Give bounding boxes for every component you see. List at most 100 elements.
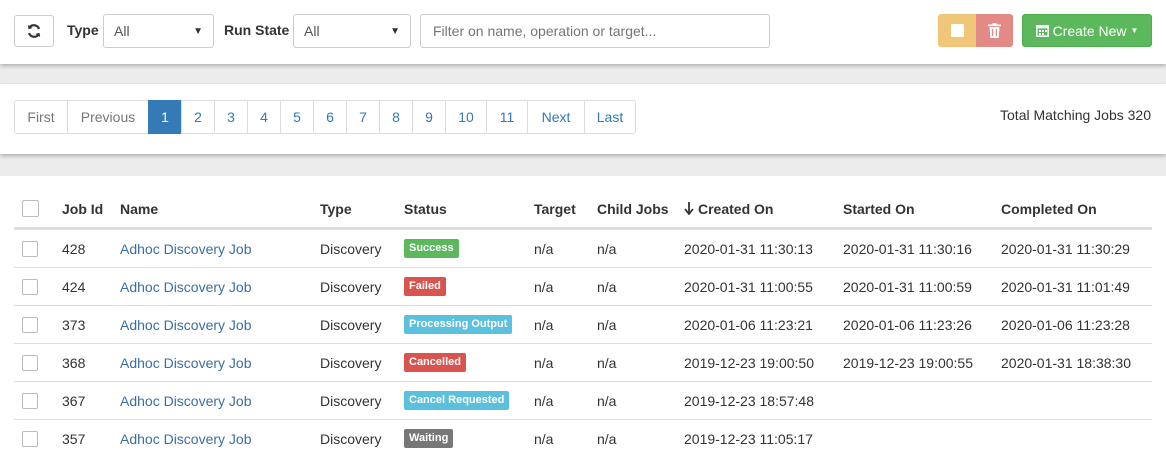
pagination-panel: First Previous 1 2 3 4 5 6 7 8 9 10 11 N…: [0, 84, 1166, 154]
chevron-down-icon: ▼: [193, 25, 203, 37]
col-type[interactable]: Type: [320, 190, 352, 227]
page-8[interactable]: 8: [379, 100, 413, 134]
page-5[interactable]: 5: [280, 100, 314, 134]
col-completed-on[interactable]: Completed On: [1001, 190, 1097, 227]
select-all-checkbox[interactable]: [22, 200, 39, 217]
page-previous[interactable]: Previous: [67, 100, 149, 134]
page-last[interactable]: Last: [584, 100, 636, 134]
cell-child-jobs: n/a: [597, 430, 617, 447]
col-job-id[interactable]: Job Id: [62, 190, 103, 227]
cell-created-on: 2019-12-23 18:57:48: [684, 392, 814, 409]
calendar-icon: [1035, 25, 1049, 37]
job-name-link[interactable]: Adhoc Discovery Job: [120, 431, 252, 447]
cell-created-on: 2020-01-06 11:23:21: [684, 316, 813, 333]
pagination: First Previous 1 2 3 4 5 6 7 8 9 10 11 N…: [14, 100, 636, 134]
cell-job-id: 428: [62, 240, 86, 257]
runstate-label: Run State: [224, 22, 290, 38]
cell-type: Discovery: [320, 316, 382, 333]
cell-status: Cancelled: [404, 344, 466, 381]
col-status[interactable]: Status: [404, 190, 447, 227]
cell-target: n/a: [534, 278, 554, 295]
status-badge: Processing Output: [404, 315, 513, 334]
page-7[interactable]: 7: [346, 100, 380, 134]
type-label: Type: [67, 22, 99, 38]
page-9[interactable]: 9: [412, 100, 446, 134]
arrow-down-icon: [684, 202, 694, 215]
row-select-cell: [22, 420, 38, 450]
page-next[interactable]: Next: [527, 100, 585, 134]
type-select-value: All: [114, 23, 130, 39]
page-2[interactable]: 2: [181, 100, 215, 134]
table-row: 373 Adhoc Discovery Job Discovery Processin…: [14, 305, 1152, 343]
cell-name: Adhoc Discovery Job: [120, 344, 252, 381]
table-row: 368 Adhoc Discovery Job Discovery Cancelled…: [14, 343, 1152, 381]
type-select[interactable]: All ▼: [103, 14, 214, 48]
cell-job-id: 357: [62, 430, 86, 447]
job-name-link[interactable]: Adhoc Discovery Job: [120, 317, 252, 333]
col-created-on-label: Created On: [698, 200, 774, 217]
create-new-button[interactable]: Create New ▼: [1022, 14, 1152, 47]
page-11[interactable]: 11: [486, 100, 528, 134]
col-child-jobs[interactable]: Child Jobs: [597, 190, 669, 227]
cell-name: Adhoc Discovery Job: [120, 268, 252, 305]
col-name[interactable]: Name: [120, 190, 158, 227]
page-10[interactable]: 10: [445, 100, 487, 134]
job-name-link[interactable]: Adhoc Discovery Job: [120, 393, 252, 409]
page-first[interactable]: First: [14, 100, 68, 134]
row-select-cell: [22, 230, 38, 267]
col-created-on[interactable]: Created On: [684, 190, 773, 227]
job-name-link[interactable]: Adhoc Discovery Job: [120, 241, 252, 257]
row-checkbox[interactable]: [22, 392, 38, 409]
page-4[interactable]: 4: [247, 100, 281, 134]
job-name-link[interactable]: Adhoc Discovery Job: [120, 355, 252, 371]
refresh-icon: [27, 24, 41, 38]
cell-name: Adhoc Discovery Job: [120, 420, 252, 450]
cell-target: n/a: [534, 430, 554, 447]
cell-child-jobs: n/a: [597, 278, 617, 295]
job-name-link[interactable]: Adhoc Discovery Job: [120, 279, 252, 295]
cell-target: n/a: [534, 354, 554, 371]
cell-status: Waiting: [404, 420, 454, 450]
status-badge: Cancelled: [404, 353, 466, 372]
cell-child-jobs: n/a: [597, 392, 617, 409]
caret-down-icon: ▼: [1130, 26, 1139, 35]
cell-completed-on: 2020-01-31 11:30:29: [1001, 240, 1130, 257]
cell-child-jobs: n/a: [597, 316, 617, 333]
refresh-button[interactable]: [14, 15, 54, 47]
row-checkbox[interactable]: [22, 240, 38, 257]
row-checkbox[interactable]: [22, 354, 38, 371]
pause-button[interactable]: [938, 14, 976, 47]
row-checkbox[interactable]: [22, 316, 38, 333]
row-select-cell: [22, 344, 38, 381]
delete-button[interactable]: [976, 14, 1013, 47]
runstate-select[interactable]: All ▼: [293, 14, 411, 48]
row-checkbox[interactable]: [22, 278, 38, 295]
col-target[interactable]: Target: [534, 190, 576, 227]
filter-input[interactable]: [420, 14, 770, 48]
cell-started-on: 2020-01-31 11:30:16: [843, 240, 972, 257]
table-row: 424 Adhoc Discovery Job Discovery Failed n/a…: [14, 267, 1152, 305]
cell-job-id: 424: [62, 278, 86, 295]
cell-type: Discovery: [320, 392, 382, 409]
cell-target: n/a: [534, 240, 554, 257]
cell-created-on: 2019-12-23 11:05:17: [684, 430, 813, 447]
cell-child-jobs: n/a: [597, 354, 617, 371]
cell-name: Adhoc Discovery Job: [120, 306, 252, 343]
cell-completed-on: 2020-01-31 11:01:49: [1001, 278, 1130, 295]
cell-job-id: 373: [62, 316, 86, 333]
cell-target: n/a: [534, 316, 554, 333]
page-3[interactable]: 3: [214, 100, 248, 134]
page-1[interactable]: 1: [148, 100, 182, 134]
page-6[interactable]: 6: [313, 100, 347, 134]
cell-status: Processing Output: [404, 306, 513, 343]
cell-created-on: 2020-01-31 11:30:13: [684, 240, 813, 257]
create-new-label: Create New: [1052, 22, 1127, 39]
cell-type: Discovery: [320, 240, 382, 257]
toolbar: Type All ▼ Run State All ▼ Create Ne: [0, 0, 1166, 64]
row-checkbox[interactable]: [22, 430, 38, 447]
col-started-on[interactable]: Started On: [843, 190, 915, 227]
cell-child-jobs: n/a: [597, 240, 617, 257]
runstate-select-value: All: [304, 23, 320, 39]
cell-status: Success: [404, 230, 459, 267]
cell-job-id: 367: [62, 392, 86, 409]
